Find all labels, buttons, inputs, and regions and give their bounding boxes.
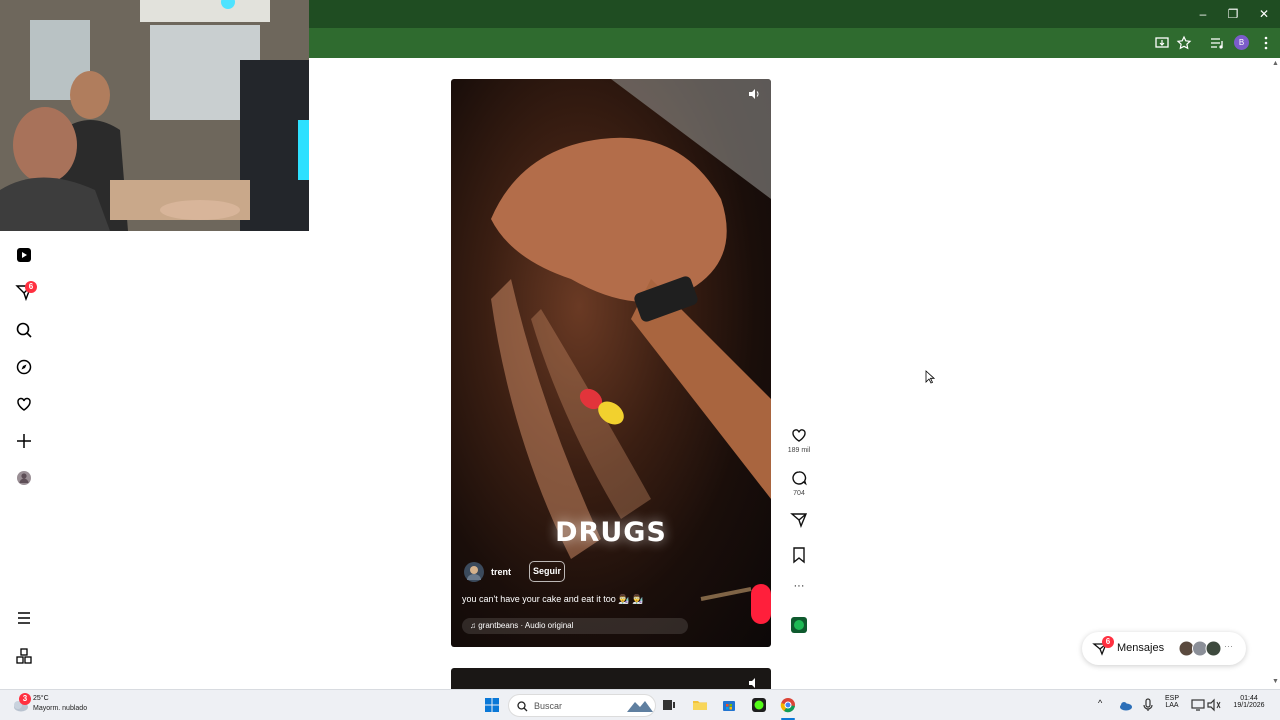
minimize-button[interactable]: –: [1188, 4, 1218, 24]
clock[interactable]: 01:44 19/1/2026: [1226, 695, 1272, 709]
restore-button[interactable]: ❐: [1218, 4, 1248, 24]
more-menu-icon[interactable]: [14, 608, 34, 628]
file-explorer-icon[interactable]: [692, 697, 708, 713]
reel-caption: you can't have your cake and eat it too …: [462, 594, 644, 604]
browser-menu-icon[interactable]: [1258, 35, 1274, 51]
screen: – ❐ ✕ B 6 DRUGS trent Seguir you can't h…: [0, 0, 1280, 720]
like-heart-icon[interactable]: [790, 426, 808, 444]
taskbar-search-placeholder: Buscar: [534, 701, 563, 711]
taskbar-search-input[interactable]: Buscar: [508, 694, 656, 717]
keyboard-layout: LAA: [1165, 702, 1179, 709]
reel-frame-image: [491, 79, 771, 624]
search-highlight-image: [627, 701, 653, 712]
notifications-heart-icon[interactable]: [14, 394, 34, 414]
language-code: ESP: [1164, 695, 1179, 702]
profile-avatar-icon[interactable]: [14, 468, 34, 488]
next-reel-preview[interactable]: [451, 668, 771, 690]
music-note-icon: ♫: [470, 621, 479, 630]
scroll-down-arrow[interactable]: ▼: [1272, 678, 1280, 686]
explore-icon[interactable]: [14, 357, 34, 377]
author-username[interactable]: trent: [491, 567, 511, 577]
green-app-icon[interactable]: [751, 697, 767, 713]
messages-pill-badge: 6: [1102, 636, 1114, 648]
messages-pill[interactable]: 6 Mensajes ···: [1082, 632, 1246, 665]
scroll-up-arrow[interactable]: ▲: [1272, 60, 1280, 68]
microphone-icon[interactable]: [1140, 697, 1156, 713]
weather-temp: 25°C: [33, 695, 49, 702]
store-icon[interactable]: [721, 697, 737, 713]
install-app-icon[interactable]: [1154, 35, 1170, 51]
sound-on-icon[interactable]: [747, 87, 761, 101]
display-icon[interactable]: [1190, 697, 1206, 713]
reel-video[interactable]: DRUGS trent: [451, 79, 771, 647]
reel-overlay-text: DRUGS: [555, 517, 667, 548]
taskbar-search-icon: [517, 701, 528, 712]
messages-more: ···: [1224, 641, 1233, 651]
chrome-icon[interactable]: [780, 697, 796, 713]
weather-desc: Mayorm. nublado: [33, 705, 88, 712]
author-avatar[interactable]: [463, 561, 485, 583]
messages-badge: 6: [25, 281, 37, 293]
search-icon[interactable]: [14, 320, 34, 340]
create-plus-icon[interactable]: [14, 431, 34, 451]
reels-icon[interactable]: [14, 245, 34, 265]
more-options-button[interactable]: ···: [780, 580, 818, 592]
taskbar: 3 25°C Mayorm. nublado Buscar ^ ESP LAA …: [0, 689, 1280, 720]
next-sound-icon[interactable]: [747, 676, 761, 690]
volume-icon[interactable]: [1206, 697, 1222, 713]
like-count: 189 mil: [787, 447, 811, 454]
webcam-feed-image: [0, 0, 309, 231]
share-icon[interactable]: [790, 511, 808, 529]
save-bookmark-icon[interactable]: [790, 546, 808, 564]
apps-grid-icon[interactable]: [14, 646, 34, 666]
comment-count: 704: [793, 490, 805, 497]
language-indicator[interactable]: ESP LAA: [1160, 695, 1184, 709]
follow-button[interactable]: Seguir: [529, 561, 565, 582]
task-view-icon[interactable]: [661, 697, 677, 713]
webcam-overlay: [0, 0, 309, 231]
media-controls-icon[interactable]: [1209, 35, 1225, 51]
tray-chevron[interactable]: ^: [1098, 698, 1102, 708]
onedrive-icon[interactable]: [1118, 697, 1134, 713]
audio-label: grantbeans · Audio original: [478, 621, 574, 630]
windows-start-icon[interactable]: [484, 697, 500, 713]
bookmark-star-icon[interactable]: [1176, 35, 1192, 51]
weather-badge: 3: [19, 693, 31, 705]
clock-date: 19/1/2026: [1233, 702, 1265, 709]
profile-avatar[interactable]: B: [1234, 35, 1249, 50]
clock-time: 01:44: [1240, 695, 1258, 702]
close-button[interactable]: ✕: [1249, 4, 1279, 24]
mouse-cursor-icon: [925, 370, 935, 384]
audio-track[interactable]: ♫ grantbeans · Audio original: [462, 618, 688, 634]
comment-icon[interactable]: [790, 469, 808, 487]
messages-label: Mensajes: [1117, 642, 1165, 654]
audio-thumbnail-icon[interactable]: [790, 616, 808, 634]
